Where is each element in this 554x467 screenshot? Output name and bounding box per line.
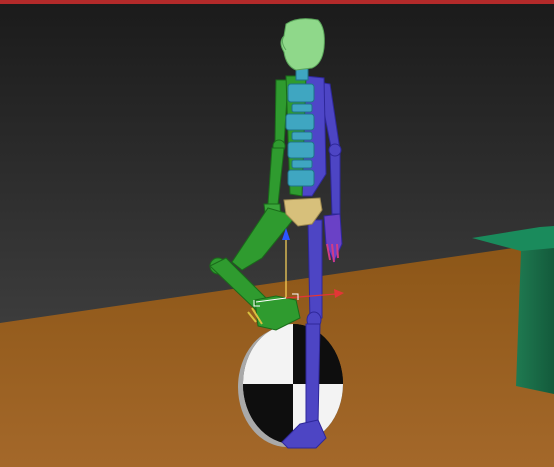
green-box[interactable] <box>470 226 554 394</box>
biped-head[interactable] <box>280 18 325 71</box>
perspective-viewport[interactable] <box>0 0 554 467</box>
scene-canvas[interactable] <box>0 0 554 467</box>
